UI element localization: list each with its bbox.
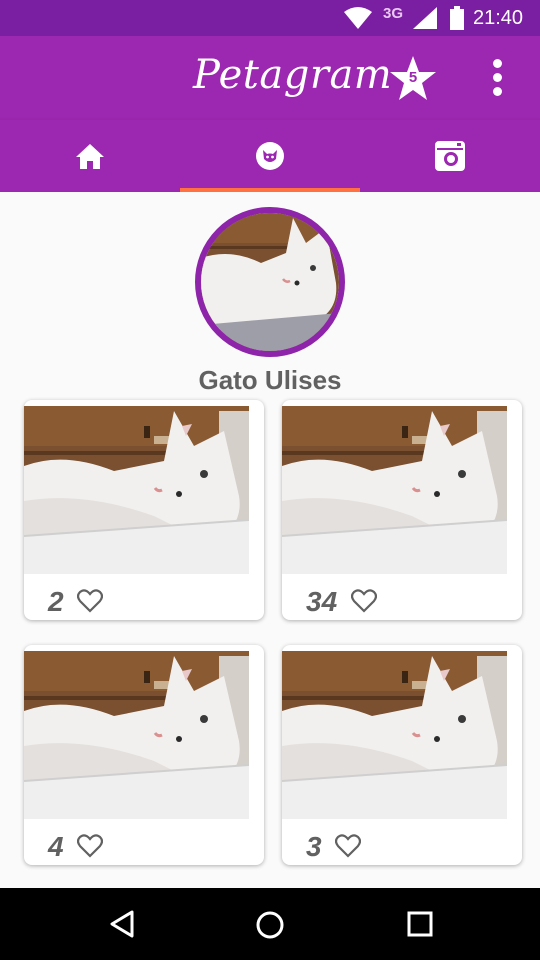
cat-photo <box>282 651 507 819</box>
tab-home[interactable] <box>0 120 180 192</box>
profile-avatar[interactable] <box>195 207 345 357</box>
cat-face-icon <box>256 142 284 170</box>
profile-name: Gato Ulises <box>198 365 342 395</box>
photo-card[interactable]: 4 <box>24 645 264 865</box>
tab-profile[interactable] <box>180 120 360 192</box>
like-count: 3 <box>306 831 322 862</box>
heart-outline-icon[interactable] <box>77 589 103 613</box>
like-count: 4 <box>48 831 64 862</box>
photo-card[interactable]: 3 <box>282 645 522 865</box>
cat-avatar-image <box>201 213 339 351</box>
like-count: 2 <box>48 586 64 617</box>
clock: 21:40 <box>473 7 524 29</box>
home-icon <box>76 144 104 169</box>
recents-icon[interactable] <box>406 910 434 938</box>
cat-photo <box>282 406 507 574</box>
heart-outline-icon[interactable] <box>77 834 103 858</box>
app-bar: Petagram 5 <box>0 36 540 120</box>
photo-card[interactable]: 2 <box>24 400 264 620</box>
overflow-menu-button[interactable] <box>483 56 513 100</box>
heart-outline-icon[interactable] <box>335 834 361 858</box>
profile-content: Gato Ulises 2 34 4 3 <box>0 192 540 888</box>
network-type: 3G <box>383 5 404 22</box>
status-bar: 3G 21:40 <box>0 0 540 36</box>
signal-icon <box>413 7 437 29</box>
camera-icon <box>435 141 465 171</box>
more-vert-icon <box>493 59 502 68</box>
tab-bar <box>0 120 540 192</box>
back-icon[interactable] <box>108 910 136 938</box>
app-title: Petagram <box>193 52 393 98</box>
home-nav-icon[interactable] <box>255 910 285 940</box>
favorites-count: 5 <box>408 69 418 86</box>
cat-photo <box>24 406 249 574</box>
tab-camera[interactable] <box>360 120 540 192</box>
like-count: 34 <box>306 586 338 617</box>
battery-icon <box>450 6 464 30</box>
favorites-button[interactable]: 5 <box>388 54 438 104</box>
heart-outline-icon[interactable] <box>351 589 377 613</box>
photo-card[interactable]: 34 <box>282 400 522 620</box>
cat-photo <box>24 651 249 819</box>
system-navigation-bar <box>0 888 540 960</box>
wifi-icon <box>344 7 372 29</box>
